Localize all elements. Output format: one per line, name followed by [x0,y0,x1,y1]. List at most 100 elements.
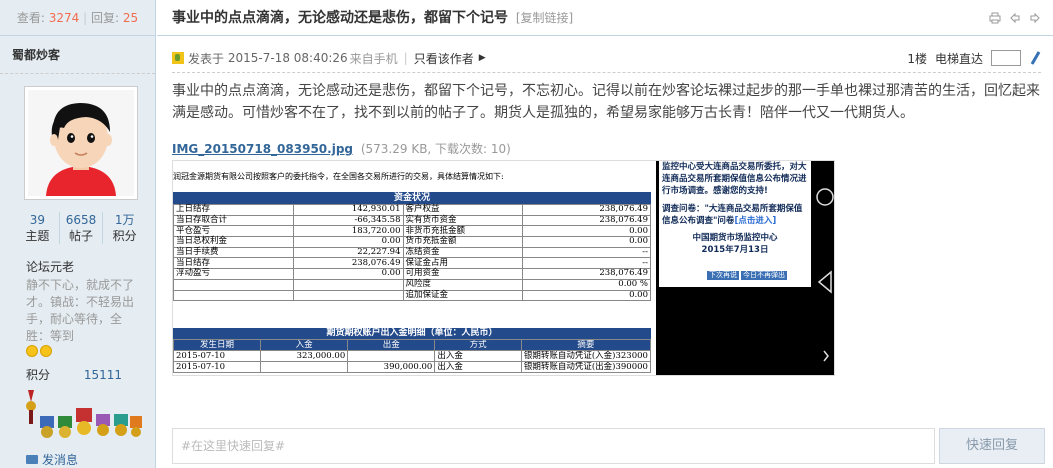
prev-thread-icon[interactable] [1009,12,1021,24]
fund-row: 当日存取合计 -66,345.58 实有货币资金 238,076.49 [173,214,651,227]
print-icon[interactable] [989,12,1001,24]
statement-notice: 润冠金源期货有限公司按照客户的委托指令，在全国各交易所进行的交易，具体结算情况如… [173,172,504,181]
send-message-label: 发消息 [42,453,79,467]
stat-credits[interactable]: 1万 积分 [102,212,146,244]
dialog-date: 2015年7月13日 [701,245,769,255]
attachment-image[interactable]: 润冠金源期货有限公司按照客户的委托指令，在全国各交易所进行的交易，具体结算情况如… [172,160,835,376]
medal-icon [26,390,36,424]
stat-threads[interactable]: 39 主题 [16,212,59,244]
medal-icon [40,416,54,438]
attachment-info: IMG_20150718_083950.jpg (573.29 KB, 下载次数… [172,140,511,157]
cash-flow-cell: 390,000.00 [347,361,436,373]
cash-flow-column-header: 方式 [434,339,522,351]
statement-image: 润冠金源期货有限公司按照客户的委托指令，在全国各交易所进行的交易，具体结算情况如… [173,161,656,375]
post-body: 事业中的点点滴滴，无论感动还是悲伤，都留下个记号，不忘初心。记得以前在炒客论坛裸… [172,83,1040,121]
jump-go-icon[interactable] [1029,51,1041,65]
fund-row: 浮动盈亏 0.00 可用资金 238,076.49 [173,268,651,280]
fund-cell: 客户权益 [402,204,524,216]
fund-cell: 0.00 [522,236,651,248]
user-rank: 论坛元老 [26,260,75,274]
post-main: 事业中的点点滴滴，无论感动还是悲伤，都留下个记号 [复制链接] 发表于 2015… [157,0,1053,468]
credit-row: 积分 15111 [26,366,122,383]
phone-panel: 监控中心受大连商品交易所委托，对大连商品交易所套期保值信息公布情况进行市场调查。… [656,161,834,375]
attachment-link[interactable]: IMG_20150718_083950.jpg [172,142,353,156]
cash-flow-column-header: 入金 [260,339,349,351]
cash-flow-cell: 2015-07-10 [173,350,262,362]
quick-reply-button[interactable]: 快速回复 [939,428,1045,464]
meta-separator: | [403,51,408,65]
fund-cell [173,289,294,302]
fund-row: 当日手续费 22,227.94 冻结资金 -- [173,246,651,259]
avatar-image [28,90,134,196]
quick-reply-input[interactable]: #在这里快速回复# [172,428,935,464]
fund-cell: 0.00 [292,236,404,248]
smile-icon [26,345,38,357]
stat-posts-label: 帖子 [69,229,94,243]
fund-cell: 183,720.00 [292,225,404,238]
fund-cell: 0.00 [522,289,651,302]
replies-label: 回复: [90,11,120,25]
fund-cell: 平仓盈亏 [173,225,294,238]
dialog-org: 中国期货市场监控中心 [692,233,778,243]
fund-cell: 追加保证金 [402,289,524,302]
medal-icon [76,408,92,435]
fund-cell: 238,076.49 [522,268,651,280]
fund-row: 风险度 0.00 % [173,278,651,291]
fund-cell: 当日总权利金 [173,236,294,248]
fund-cell: 142,930.01 [292,204,404,216]
cash-flow-column-header: 摘要 [520,339,652,351]
thread-title-bar: 事业中的点点滴滴，无论感动还是悲伤，都留下个记号 [复制链接] [157,0,1053,36]
stat-threads-num: 39 [29,213,45,227]
send-message-link[interactable]: 发消息 [26,451,78,468]
cash-flow-cell: 银期转账自动凭证(入金)323000 [520,350,652,362]
credit-value: 15111 [83,368,123,382]
fund-cell: -66,345.58 [292,214,404,227]
floor-jump-input[interactable] [991,50,1021,66]
floor-jump-label: 电梯直达 [934,51,983,66]
cash-flow-cell [260,361,349,373]
fund-cell: 冻结资金 [402,246,524,259]
fund-cell: 当日存取合计 [173,214,294,227]
dialog-survey-text: 调查问卷："大连商品交易所套期保值信息公布调查"问卷 [662,204,803,226]
cash-flow-row: 2015-07-10 390,000.00 出入金 银期转账自动凭证(出金)39000… [173,361,652,373]
caret-right-icon[interactable]: ▶ [479,53,486,63]
fund-cell: 22,227.94 [292,246,404,259]
cash-flow-cell: 银期转账自动凭证(出金)390000 [520,361,652,373]
fund-cell: -- [522,246,651,259]
home-icon [816,188,834,206]
dialog-next-button: 下次再说 [707,271,739,280]
author-name[interactable]: 蜀都炒客 [0,36,155,74]
thread-stats: 查看: 3274 | 回复: 25 [0,0,155,36]
fund-cell: 当日手续费 [173,246,294,259]
fund-cell: 0.00 [522,225,651,238]
fund-cell: 非货币充抵金额 [402,225,524,238]
title-actions [989,12,1041,24]
envelope-icon [26,455,38,464]
fund-cell [292,289,404,302]
cash-flow-cell: 323,000.00 [260,350,349,362]
author-only-link[interactable]: 只看该作者 [414,50,474,67]
medal-icon [58,416,72,438]
thread-title: 事业中的点点滴滴，无论感动还是悲伤，都留下个记号 [172,10,508,26]
dialog-never-button: 今日不再弹出 [741,271,787,280]
fund-cell: 实有货币资金 [402,214,524,227]
fund-cell: 浮动盈亏 [173,268,294,280]
cash-flow-header: 期货期权账户出入金明细（单位：人民币） [173,328,651,339]
cash-flow-cell: 出入金 [434,361,522,373]
fund-cell: 238,076.49 [522,214,651,227]
smile-icon [40,345,52,357]
survey-dialog: 监控中心受大连商品交易所委托，对大连商品交易所套期保值信息公布情况进行市场调查。… [659,161,811,287]
copy-link[interactable]: [复制链接] [516,11,573,25]
stat-posts[interactable]: 6658 帖子 [58,212,103,244]
fund-cell: 可用资金 [402,268,524,280]
replies-count: 25 [122,11,139,25]
next-thread-icon[interactable] [1029,12,1041,24]
views-count: 3274 [48,11,80,25]
credit-label: 积分 [26,368,51,382]
dialog-buttons: 下次再说 今日不再弹出 [707,271,787,280]
posted-from[interactable]: 来自手机 [350,50,398,67]
avatar[interactable] [24,86,138,200]
fund-cell: 238,076.49 [292,257,404,270]
cash-flow-cell: 2015-07-10 [173,361,262,373]
stat-credits-label: 积分 [112,229,137,243]
